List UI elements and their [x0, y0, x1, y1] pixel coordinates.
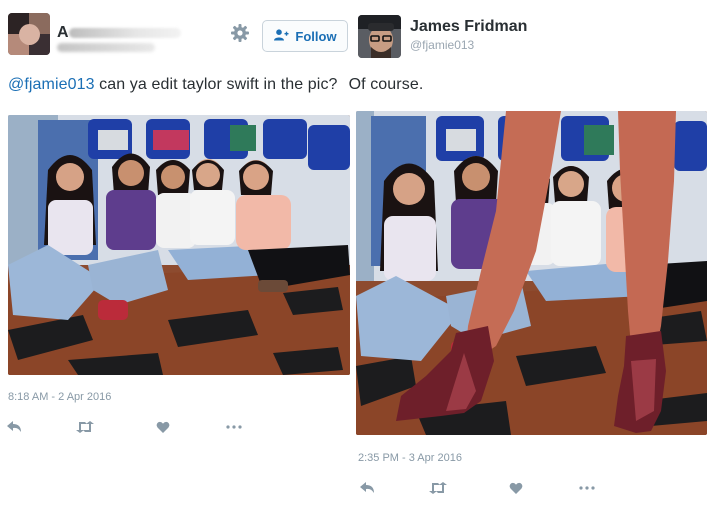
tweet-text: @fjamie013 can ya edit taylor swift in t…: [8, 76, 423, 94]
mention-link[interactable]: @fjamie013: [8, 76, 95, 93]
more-icon[interactable]: [576, 479, 597, 497]
reply-icon[interactable]: [357, 479, 378, 497]
request-text: can ya edit taylor swift in the pic?: [94, 76, 338, 93]
tweet-actions-left: [4, 418, 244, 436]
tweet-timestamp-left[interactable]: 8:18 AM - 2 Apr 2016: [8, 391, 111, 403]
more-icon[interactable]: [223, 418, 244, 436]
author-handle[interactable]: @fjamie013: [410, 38, 474, 52]
follow-button[interactable]: Follow: [262, 20, 348, 52]
add-user-icon: [273, 28, 289, 44]
author-name[interactable]: James Fridman: [410, 18, 527, 36]
user-avatar-left[interactable]: [8, 13, 50, 55]
retweet-icon[interactable]: [427, 479, 448, 497]
retweet-icon[interactable]: [74, 418, 95, 436]
tweet-actions-right: [357, 479, 597, 497]
reply-text: Of course.: [348, 76, 424, 93]
heart-icon[interactable]: [153, 418, 174, 436]
user-name-initial[interactable]: A: [57, 24, 69, 42]
gear-icon[interactable]: [229, 22, 251, 44]
tweet-timestamp-right[interactable]: 2:35 PM - 3 Apr 2016: [358, 452, 462, 464]
heart-icon[interactable]: [506, 479, 527, 497]
edited-photo[interactable]: [356, 111, 707, 435]
james-fridman-avatar[interactable]: [358, 15, 401, 58]
reply-icon[interactable]: [4, 418, 25, 436]
original-photo[interactable]: [8, 115, 350, 375]
follow-label: Follow: [295, 28, 337, 44]
blurred-user-name: [69, 28, 181, 38]
blurred-user-handle: [57, 43, 155, 52]
